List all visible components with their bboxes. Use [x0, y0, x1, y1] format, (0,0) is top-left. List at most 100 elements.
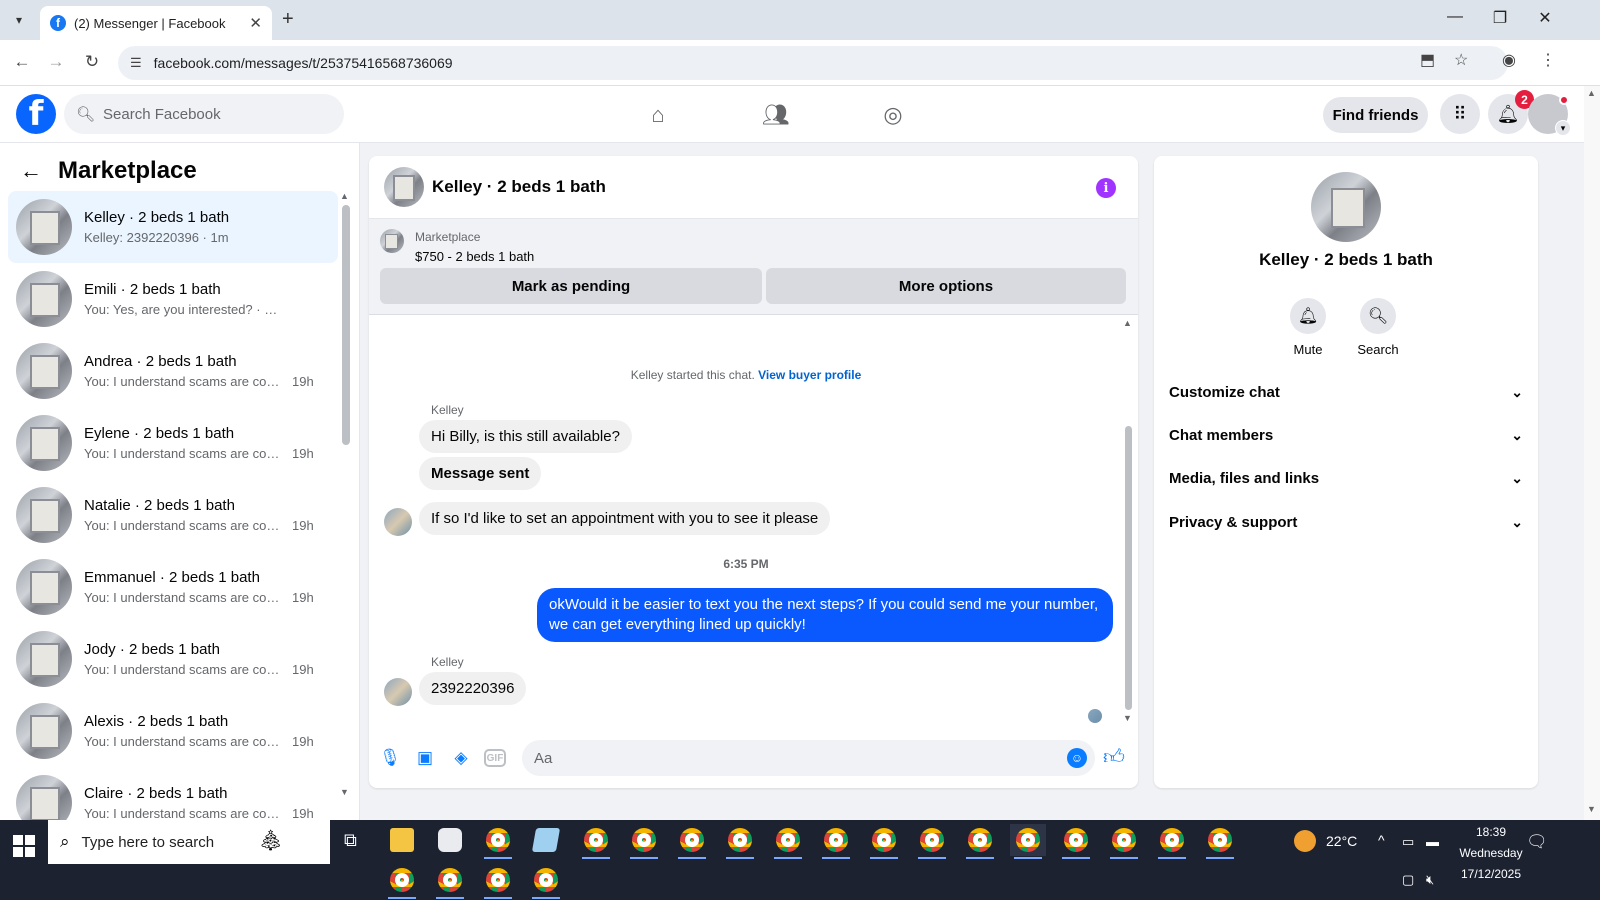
- chrome-icon[interactable]: [1106, 824, 1142, 859]
- notification-center-icon[interactable]: 🗨︎: [1526, 832, 1548, 852]
- forward-icon[interactable]: →: [44, 52, 68, 72]
- conversation-item[interactable]: Emmanuel · 2 beds 1 bath You: I understa…: [8, 551, 338, 623]
- sticker-icon[interactable]: ◈: [449, 746, 473, 770]
- chrome-icon[interactable]: [480, 824, 516, 859]
- back-arrow-icon[interactable]: ←: [20, 158, 42, 184]
- incoming-message[interactable]: Hi Billy, is this still available?: [419, 420, 632, 453]
- chrome-icon[interactable]: [1010, 824, 1046, 859]
- chrome-icon[interactable]: [480, 864, 516, 899]
- chrome-icon[interactable]: [384, 864, 420, 899]
- chrome-icon[interactable]: [770, 824, 806, 859]
- tab-close-icon[interactable]: ✕: [249, 14, 262, 32]
- chat-scroll-down-icon[interactable]: ▼: [1123, 713, 1132, 723]
- friends-icon[interactable]: 👥︎: [756, 100, 796, 130]
- media-files-links-section[interactable]: Media, files and links ⌄: [1169, 460, 1523, 496]
- taskbar-search[interactable]: ⌕ Type here to search: [48, 820, 330, 864]
- facebook-search-input[interactable]: [103, 105, 324, 123]
- reload-icon[interactable]: ↻: [80, 52, 104, 72]
- show-hidden-icons-icon[interactable]: ^: [1378, 832, 1385, 848]
- facebook-search[interactable]: 🔍︎: [64, 94, 344, 134]
- home-icon[interactable]: ⌂: [638, 100, 678, 130]
- chrome-icon[interactable]: [866, 824, 902, 859]
- privacy-support-section[interactable]: Privacy & support ⌄: [1169, 504, 1523, 540]
- chat-members-section[interactable]: Chat members ⌄: [1169, 417, 1523, 453]
- install-app-icon[interactable]: ⬒: [1420, 50, 1435, 70]
- chrome-icon[interactable]: [432, 864, 468, 899]
- conversation-item[interactable]: Kelley · 2 beds 1 bath Kelley: 239222039…: [8, 191, 338, 263]
- chat-thumbnail[interactable]: [384, 167, 424, 207]
- chrome-icon[interactable]: [1058, 824, 1094, 859]
- chrome-icon[interactable]: [528, 864, 564, 899]
- chrome-icon[interactable]: [578, 824, 614, 859]
- minimize-icon[interactable]: —: [1440, 8, 1470, 26]
- chrome-icon[interactable]: [626, 824, 662, 859]
- conversation-item[interactable]: Jody · 2 beds 1 bath You: I understand s…: [8, 623, 338, 695]
- facebook-logo-icon[interactable]: f: [16, 94, 56, 134]
- incoming-message[interactable]: Message sent: [419, 457, 542, 490]
- tab-search-chevron-icon[interactable]: ▾: [6, 8, 32, 32]
- customize-chat-section[interactable]: Customize chat ⌄: [1169, 374, 1523, 410]
- page-scroll-down-icon[interactable]: ▼: [1587, 804, 1596, 814]
- outgoing-message[interactable]: okWould it be easier to text you the nex…: [537, 588, 1113, 642]
- account-avatar[interactable]: ▾: [1528, 94, 1571, 136]
- browser-menu-icon[interactable]: ⋮: [1540, 50, 1556, 70]
- window-close-icon[interactable]: ✕: [1530, 8, 1560, 28]
- chrome-icon[interactable]: [914, 824, 950, 859]
- new-tab-icon[interactable]: +: [282, 8, 294, 31]
- system-clock[interactable]: 18:39 Wednesday 17/12/2025: [1454, 820, 1528, 885]
- battery-icon[interactable]: ▬: [1426, 834, 1439, 849]
- listing-profile-thumbnail[interactable]: [1311, 172, 1381, 242]
- network-icon[interactable]: ▢: [1402, 872, 1414, 888]
- chat-scroll-up-icon[interactable]: ▲: [1123, 318, 1132, 328]
- view-buyer-profile-link[interactable]: View buyer profile: [758, 368, 861, 382]
- chat-title[interactable]: Kelley · 2 beds 1 bath: [432, 177, 606, 197]
- task-view-icon[interactable]: ⧉: [344, 830, 357, 851]
- chrome-icon[interactable]: [674, 824, 710, 859]
- chat-scrollbar[interactable]: [1125, 426, 1132, 710]
- emoji-icon[interactable]: ☺: [1067, 748, 1087, 768]
- message-input[interactable]: [522, 740, 1095, 776]
- site-info-icon[interactable]: ☰: [130, 55, 142, 71]
- menu-grid-icon[interactable]: ⠿: [1440, 94, 1480, 134]
- page-scrollbar[interactable]: ▲ ▼: [1584, 86, 1600, 820]
- volume-muted-icon[interactable]: 🔇︎: [1426, 872, 1434, 888]
- file-explorer-icon[interactable]: [384, 824, 420, 856]
- notifications-bell-icon[interactable]: 🔔︎ 2: [1488, 90, 1534, 134]
- incoming-message[interactable]: If so I'd like to set an appointment wit…: [419, 502, 831, 535]
- conversation-item[interactable]: Natalie · 2 beds 1 bath You: I understan…: [8, 479, 338, 551]
- chrome-icon[interactable]: [1202, 824, 1238, 859]
- meet-now-icon[interactable]: ▭: [1402, 834, 1414, 850]
- weather-widget[interactable]: 22°C: [1294, 830, 1357, 852]
- conversation-info-icon[interactable]: i: [1096, 178, 1116, 198]
- microphone-icon[interactable]: 🎙︎: [378, 746, 402, 770]
- windows-start-icon[interactable]: [10, 832, 38, 860]
- page-scroll-up-icon[interactable]: ▲: [1587, 88, 1596, 98]
- conversation-item[interactable]: Alexis · 2 beds 1 bath You: I understand…: [8, 695, 338, 767]
- find-friends-button[interactable]: Find friends: [1323, 97, 1428, 133]
- profile-icon[interactable]: ◉: [1502, 50, 1516, 70]
- search-action[interactable]: 🔍︎ Search: [1348, 298, 1408, 357]
- groups-icon[interactable]: ◎: [873, 100, 913, 130]
- browser-tab[interactable]: f (2) Messenger | Facebook ✕: [40, 6, 272, 40]
- address-bar[interactable]: ☰ facebook.com/messages/t/25375416568736…: [118, 46, 1508, 80]
- chrome-icon[interactable]: [818, 824, 854, 859]
- mark-as-pending-button[interactable]: Mark as pending: [380, 268, 762, 304]
- mute-action[interactable]: 🔔︎ Mute: [1278, 298, 1338, 357]
- snipping-tool-icon[interactable]: [432, 824, 468, 856]
- sidebar-scrollbar[interactable]: [342, 205, 350, 445]
- back-icon[interactable]: ←: [10, 52, 34, 72]
- more-options-button[interactable]: More options: [766, 268, 1126, 304]
- sender-avatar[interactable]: [384, 678, 412, 706]
- chrome-icon[interactable]: [722, 824, 758, 859]
- thumbs-up-icon[interactable]: 👍︎: [1103, 744, 1125, 770]
- conversation-item[interactable]: Claire · 2 beds 1 bath You: I understand…: [8, 767, 338, 820]
- notepad-icon[interactable]: [528, 824, 564, 856]
- conversation-item[interactable]: Andrea · 2 beds 1 bath You: I understand…: [8, 335, 338, 407]
- chrome-icon[interactable]: [962, 824, 998, 859]
- restore-icon[interactable]: ❐: [1485, 8, 1515, 28]
- chrome-icon[interactable]: [1154, 824, 1190, 859]
- conversation-item[interactable]: Eylene · 2 beds 1 bath You: I understand…: [8, 407, 338, 479]
- bookmark-star-icon[interactable]: ☆: [1454, 50, 1468, 70]
- incoming-message[interactable]: 2392220396: [419, 672, 527, 705]
- conversation-item[interactable]: Emili · 2 beds 1 bath You: Yes, are you …: [8, 263, 338, 335]
